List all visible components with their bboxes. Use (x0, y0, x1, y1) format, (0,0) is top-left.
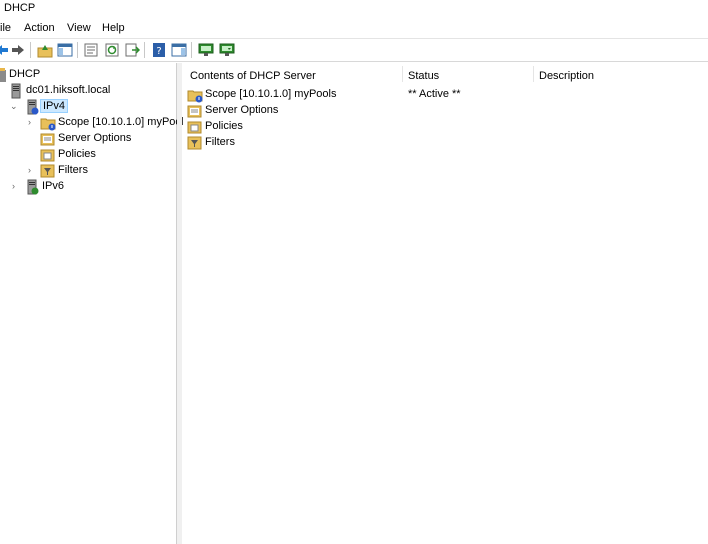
list-item-scope[interactable]: Scope [10.10.1.0] myPools ** Active ** (187, 87, 687, 103)
ipv6-server-icon (24, 179, 40, 195)
tree-item-server[interactable]: dc01.hiksoft.local (0, 83, 170, 99)
tree-item-policies[interactable]: Policies (0, 147, 170, 163)
tree-item-ipv6[interactable]: › IPv6 (0, 179, 170, 195)
display-statistics-icon[interactable] (198, 42, 214, 58)
back-icon[interactable] (0, 42, 10, 58)
chevron-right-icon[interactable]: › (28, 166, 36, 175)
toolbar-separator (191, 42, 192, 58)
server-options-icon (40, 131, 56, 147)
server-icon (8, 83, 24, 99)
tree-item-ipv4[interactable]: ⌄ IPv4 (0, 99, 170, 115)
show-hide-action-pane-icon[interactable] (171, 42, 187, 58)
show-hide-tree-icon[interactable] (57, 42, 73, 58)
chevron-right-icon[interactable]: › (28, 118, 36, 127)
properties-icon[interactable] (83, 42, 99, 58)
status-text: ** Active ** (408, 88, 461, 100)
filters-icon (187, 135, 203, 151)
tree-item-dhcp[interactable]: DHCP (0, 67, 170, 83)
tree-item-scope[interactable]: › Scope [10.10.1.0] myPools (0, 115, 189, 131)
forward-icon[interactable] (10, 42, 26, 58)
toolbar-separator (30, 42, 31, 58)
ipv4-server-icon (24, 99, 40, 115)
column-divider[interactable] (402, 66, 403, 82)
scope-icon (40, 115, 56, 131)
column-header-status[interactable]: Status (408, 70, 439, 82)
menu-action[interactable]: Action (24, 22, 55, 34)
tree-label-ipv4: IPv4 (40, 99, 69, 113)
tree-label-policies: Policies (58, 148, 96, 160)
list-item-label: Filters (205, 136, 235, 148)
list-item-label: Scope [10.10.1.0] myPools (205, 88, 337, 100)
window-title: DHCP (4, 2, 36, 14)
export-list-icon[interactable] (124, 42, 140, 58)
column-header-description[interactable]: Description (539, 70, 594, 82)
toolbar-separator (144, 42, 145, 58)
tree-item-server-options[interactable]: Server Options (0, 131, 170, 147)
server-options-icon (187, 103, 203, 119)
policies-icon (187, 119, 203, 135)
menu-view[interactable]: View (67, 22, 91, 34)
tree-label-server-options: Server Options (58, 132, 132, 144)
list-item-label: Policies (205, 120, 243, 132)
svg-text:?: ? (156, 46, 161, 57)
chevron-down-icon[interactable]: ⌄ (10, 102, 18, 111)
tree-item-filters[interactable]: › Filters (0, 163, 170, 179)
chevron-right-icon[interactable]: › (12, 182, 20, 191)
title-bar: DHCP (0, 0, 708, 18)
refresh-icon[interactable] (104, 42, 120, 58)
list-item-policies[interactable]: Policies (187, 119, 687, 135)
policies-icon (40, 147, 56, 163)
list-item-label: Server Options (205, 104, 279, 116)
list-item-filters[interactable]: Filters (187, 135, 687, 151)
scope-icon (187, 87, 203, 103)
toolbar-separator (77, 42, 78, 58)
authorize-server-icon[interactable] (219, 42, 235, 58)
console-tree: DHCP dc01.hiksoft.local ⌄ IPv4 › Scope [… (0, 63, 189, 544)
filters-icon (40, 163, 56, 179)
list-item-server-options[interactable]: Server Options (187, 103, 687, 119)
tree-label-server: dc01.hiksoft.local (26, 84, 111, 96)
result-pane: Contents of DHCP Server Status Descripti… (183, 63, 708, 544)
menu-bar: ile Action View Help (0, 19, 708, 39)
menu-file[interactable]: ile (0, 22, 11, 34)
tree-label-ipv6: IPv6 (42, 180, 65, 192)
column-divider[interactable] (533, 66, 534, 82)
menu-help[interactable]: Help (102, 22, 125, 34)
toolbar: ? (0, 39, 708, 62)
tree-label-scope: Scope [10.10.1.0] myPools (58, 116, 190, 128)
column-header-name[interactable]: Contents of DHCP Server (190, 70, 316, 82)
up-icon[interactable] (37, 42, 53, 58)
tree-label-filters: Filters (58, 164, 88, 176)
help-icon[interactable]: ? (151, 42, 167, 58)
tree-label-dhcp: DHCP (9, 68, 41, 80)
pane-splitter[interactable] (177, 63, 182, 544)
